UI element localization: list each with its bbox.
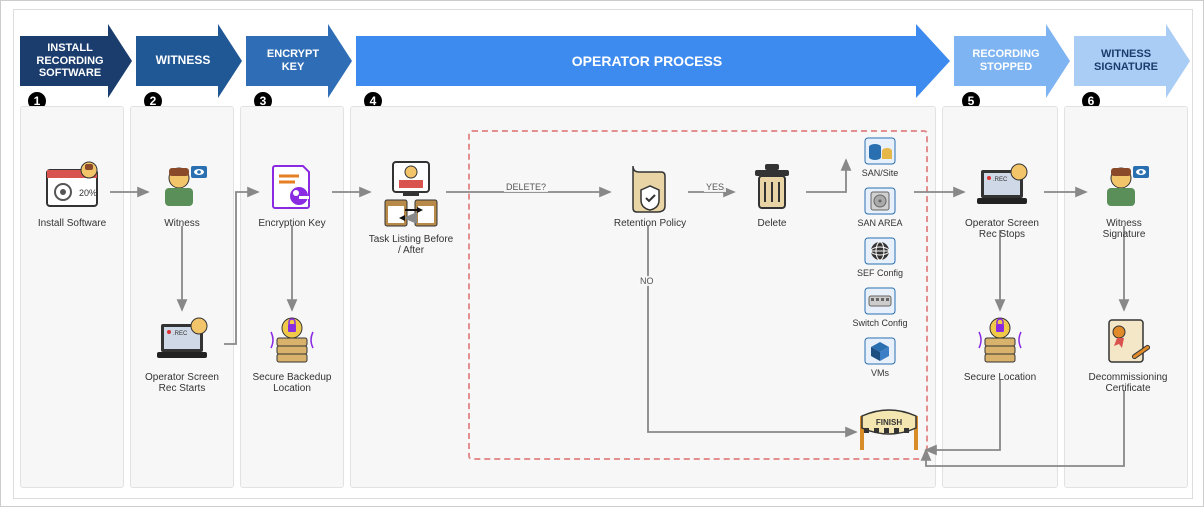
node-sef-config-label: SEF Config bbox=[846, 268, 914, 278]
node-vms: VMs bbox=[846, 336, 914, 378]
svg-text:FINISH: FINISH bbox=[876, 418, 902, 427]
svg-text:.REC: .REC bbox=[993, 177, 1008, 183]
node-screen-rec-stops-label: Operator Screen Rec Stops bbox=[960, 218, 1044, 240]
node-screen-rec-stops: .REC Operator Screen Rec Stops bbox=[960, 160, 1044, 240]
connectors bbox=[14, 10, 1194, 500]
node-install-software-label: Install Software bbox=[32, 218, 112, 229]
node-task-listing-label: Task Listing Before / After bbox=[366, 234, 456, 256]
edge-label-delete: DELETE? bbox=[504, 182, 548, 192]
secure-backup-icon bbox=[265, 314, 319, 368]
node-san-site-label: SAN/Site bbox=[846, 168, 914, 178]
node-san-area-label: SAN AREA bbox=[846, 218, 914, 228]
node-san-site: SAN/Site bbox=[846, 136, 914, 178]
node-vms-label: VMs bbox=[846, 368, 914, 378]
node-encryption-key-label: Encryption Key bbox=[252, 218, 332, 229]
laptop-rec-stop-icon: .REC bbox=[975, 160, 1029, 214]
node-secure-location-label: Secure Location bbox=[960, 372, 1040, 383]
node-witness: Witness bbox=[142, 160, 222, 229]
secure-location-icon bbox=[973, 314, 1027, 368]
switch-icon bbox=[863, 286, 897, 316]
node-task-listing: Task Listing Before / After bbox=[366, 160, 456, 256]
edge-label-yes: YES bbox=[704, 182, 726, 192]
node-sef-config: SEF Config bbox=[846, 236, 914, 278]
database-icon bbox=[863, 136, 897, 166]
edge-label-no: NO bbox=[638, 276, 656, 286]
node-secure-backedup: Secure Backedup Location bbox=[252, 314, 332, 394]
svg-text:20%: 20% bbox=[79, 188, 97, 198]
node-delete: Delete bbox=[732, 160, 812, 229]
node-san-area: SAN AREA bbox=[846, 186, 914, 228]
finish-icon: FINISH bbox=[854, 408, 924, 450]
node-screen-rec-starts-label: Operator Screen Rec Starts bbox=[142, 372, 222, 394]
node-screen-rec-starts: .REC Operator Screen Rec Starts bbox=[142, 314, 222, 394]
harddrive-icon bbox=[863, 186, 897, 216]
node-encryption-key: Encryption Key bbox=[252, 160, 332, 229]
node-secure-backedup-label: Secure Backedup Location bbox=[252, 372, 332, 394]
node-witness-signature: Witness Signature bbox=[1084, 160, 1164, 240]
node-secure-location: Secure Location bbox=[960, 314, 1040, 383]
laptop-rec-icon: .REC bbox=[155, 314, 209, 368]
retention-policy-icon bbox=[623, 160, 677, 214]
node-decom-cert: Decommissioning Certificate bbox=[1084, 314, 1172, 394]
witness-icon bbox=[155, 160, 209, 214]
cube-icon bbox=[863, 336, 897, 366]
node-switch-config-label: Switch Config bbox=[846, 318, 914, 328]
node-delete-label: Delete bbox=[732, 218, 812, 229]
globe-icon bbox=[863, 236, 897, 266]
install-icon: 20% bbox=[45, 160, 99, 214]
encryption-key-icon bbox=[265, 160, 319, 214]
trash-icon bbox=[745, 160, 799, 214]
diagram-canvas: INSTALL RECORDING SOFTWARE 1 WITNESS 2 E… bbox=[13, 9, 1193, 499]
node-retention-policy-label: Retention Policy bbox=[610, 218, 690, 229]
node-retention-policy: Retention Policy bbox=[610, 160, 690, 229]
witness-signature-icon bbox=[1097, 160, 1151, 214]
svg-text:.REC: .REC bbox=[173, 331, 188, 337]
certificate-icon bbox=[1101, 314, 1155, 368]
node-decom-cert-label: Decommissioning Certificate bbox=[1084, 372, 1172, 394]
task-listing-icon bbox=[381, 160, 441, 230]
node-witness-label: Witness bbox=[142, 218, 222, 229]
node-switch-config: Switch Config bbox=[846, 286, 914, 328]
node-witness-signature-label: Witness Signature bbox=[1084, 218, 1164, 240]
node-install-software: 20% Install Software bbox=[32, 160, 112, 229]
node-finish: FINISH bbox=[852, 408, 926, 454]
